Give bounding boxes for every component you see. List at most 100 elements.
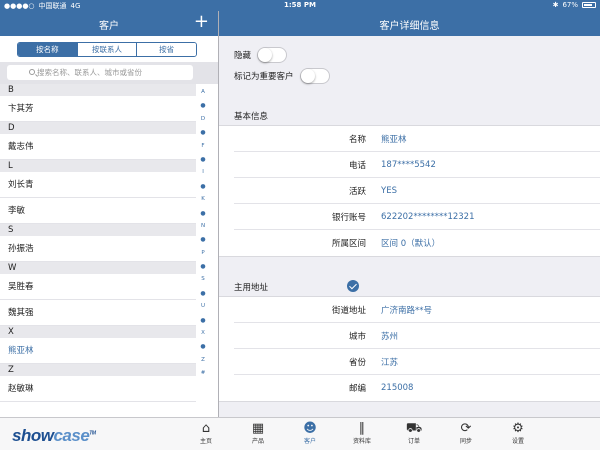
battery-label: 67% xyxy=(562,1,578,9)
section-header: X xyxy=(0,326,196,338)
library-icon: ∥ xyxy=(358,421,366,436)
tab-cart[interactable]: ⛟ 订单 xyxy=(394,421,434,446)
field-value: 广济南路**号 xyxy=(381,305,433,316)
field-label: 电话 xyxy=(348,160,366,171)
field-value: 187****5542 xyxy=(381,159,436,170)
tab-label: 同步 xyxy=(459,438,472,445)
tab-grid[interactable]: ▦ 产品 xyxy=(238,421,278,446)
field-row[interactable]: 活跃 YES xyxy=(234,178,600,204)
plus-icon[interactable]: + xyxy=(194,13,209,31)
section-index[interactable]: A ● D ● F ● I ● K ● N ● P ● S ● U ● X ● Z # xyxy=(196,86,210,381)
home-icon: ⌂ xyxy=(201,421,211,436)
section-header: D xyxy=(0,122,196,134)
detail-title: 客户详细信息 xyxy=(379,21,440,32)
important-toggle[interactable] xyxy=(299,68,330,84)
index-letter[interactable]: ● xyxy=(196,314,210,327)
search-input[interactable]: 搜索名称、联系人、城市或省份 xyxy=(7,65,193,80)
field-row[interactable]: 银行账号 622202********12321 xyxy=(234,204,600,230)
field-value: 区间 0（默认） xyxy=(381,239,441,249)
section-header: B xyxy=(0,84,196,96)
index-letter[interactable]: ● xyxy=(196,233,210,246)
address-group: 街道地址 广济南路**号城市 苏州省份 江苏 邮编 215008 xyxy=(219,296,600,402)
index-letter[interactable]: F xyxy=(196,140,210,153)
tab-label: 产品 xyxy=(251,438,264,445)
list-item[interactable]: 卞其芳 xyxy=(0,96,196,122)
list-item[interactable]: 孙振浩 xyxy=(0,236,196,262)
field-label: 所属区间 xyxy=(331,239,366,249)
index-letter[interactable]: # xyxy=(196,367,210,380)
index-letter[interactable]: ● xyxy=(196,126,210,139)
search-icon xyxy=(29,69,35,75)
section-header: S xyxy=(0,224,196,236)
index-letter[interactable]: ● xyxy=(196,99,210,112)
index-letter[interactable]: ● xyxy=(196,340,210,353)
tab-label: 订单 xyxy=(407,438,420,445)
customer-list-panel: 按名称 按联系人 按省 搜索名称、联系人、城市或省份 B 卞其芳 D 戴志伟 L 刘长青 李敏 S… xyxy=(0,36,218,417)
index-letter[interactable]: P xyxy=(196,247,210,260)
basic-info-heading: 基本信息 xyxy=(234,112,269,122)
tab-home[interactable]: ⌂ 主页 xyxy=(186,421,226,446)
hide-toggle[interactable] xyxy=(257,47,288,63)
sync-icon: ⟳ xyxy=(460,421,472,436)
field-row[interactable]: 名称 熊亚林 xyxy=(234,126,600,152)
customers-icon: ☻ xyxy=(303,421,317,436)
tab-label: 主页 xyxy=(199,438,212,445)
segment-0[interactable]: 按名称 xyxy=(18,43,77,56)
index-letter[interactable]: ● xyxy=(196,153,210,166)
tab-label: 设置 xyxy=(511,438,524,445)
index-letter[interactable]: A xyxy=(196,86,210,99)
segment-2[interactable]: 按省 xyxy=(136,43,196,56)
index-letter[interactable]: U xyxy=(196,300,210,313)
important-toggle-row: 标记为重要客户 xyxy=(234,68,330,84)
section-header: Z xyxy=(0,364,196,376)
field-row[interactable]: 省份 江苏 xyxy=(234,349,600,375)
index-letter[interactable]: ● xyxy=(196,287,210,300)
index-letter[interactable]: S xyxy=(196,273,210,286)
field-row[interactable]: 所属区间 区间 0（默认） xyxy=(234,230,600,256)
index-letter[interactable]: I xyxy=(196,166,210,179)
index-letter[interactable]: ● xyxy=(196,180,210,193)
field-row[interactable]: 邮编 215008 xyxy=(234,375,600,401)
field-value: 熊亚林 xyxy=(381,134,407,145)
list-item[interactable]: 吴胜春 xyxy=(0,274,196,300)
list-item[interactable]: 赵敏琳 xyxy=(0,376,196,402)
index-letter[interactable]: ● xyxy=(196,260,210,273)
status-time: 1:58 PM xyxy=(284,1,316,9)
status-bar: ●●●●○ 中国联通 4G 1:58 PM ✱ 67% xyxy=(0,0,600,11)
hide-label: 隐藏 xyxy=(234,51,252,61)
tab-label: 资料库 xyxy=(352,438,371,445)
field-row[interactable]: 电话 187****5542 xyxy=(234,152,600,178)
battery-icon xyxy=(582,2,596,8)
list-item[interactable]: 戴志伟 xyxy=(0,134,196,160)
search-placeholder: 搜索名称、联系人、城市或省份 xyxy=(37,68,142,77)
grid-icon: ▦ xyxy=(251,421,265,436)
list-item[interactable]: 魏其强 xyxy=(0,300,196,326)
index-letter[interactable]: N xyxy=(196,220,210,233)
field-row[interactable]: 街道地址 广济南路**号 xyxy=(234,297,600,323)
index-letter[interactable]: X xyxy=(196,327,210,340)
field-value: 苏州 xyxy=(381,331,399,342)
showcase-logo: showcaseTM xyxy=(12,426,96,445)
list-item[interactable]: 刘长青 xyxy=(0,172,196,198)
field-label: 银行账号 xyxy=(331,212,366,223)
segment-1[interactable]: 按联系人 xyxy=(76,43,137,56)
tab-customers[interactable]: ☻ 客户 xyxy=(290,421,330,446)
index-letter[interactable]: D xyxy=(196,113,210,126)
tab-gear[interactable]: ⚙ 设置 xyxy=(498,421,538,446)
list-item[interactable]: 熊亚林 xyxy=(0,338,196,364)
field-row[interactable]: 城市 苏州 xyxy=(234,323,600,349)
section-header: L xyxy=(0,160,196,172)
customer-list: B 卞其芳 D 戴志伟 L 刘长青 李敏 S 孙振浩 W 吴胜春 魏其强 X 熊亚林 Z 赵敏琳 xyxy=(0,84,196,402)
index-letter[interactable]: Z xyxy=(196,354,210,367)
tab-sync[interactable]: ⟳ 同步 xyxy=(446,421,486,446)
field-label: 城市 xyxy=(348,331,366,342)
index-letter[interactable]: ● xyxy=(196,207,210,220)
tab-library[interactable]: ∥ 资料库 xyxy=(342,421,382,446)
search-bar: 搜索名称、联系人、城市或省份 xyxy=(0,62,218,84)
list-item[interactable]: 李敏 xyxy=(0,198,196,224)
index-letter[interactable]: K xyxy=(196,193,210,206)
status-right: ✱ 67% xyxy=(553,1,596,9)
field-value: 622202********12321 xyxy=(381,211,475,222)
primary-address-row[interactable]: 主用地址 xyxy=(219,276,600,298)
basic-info-group: 名称 熊亚林电话 187****5542 活跃 YES 银行账号 622202*******… xyxy=(219,125,600,257)
